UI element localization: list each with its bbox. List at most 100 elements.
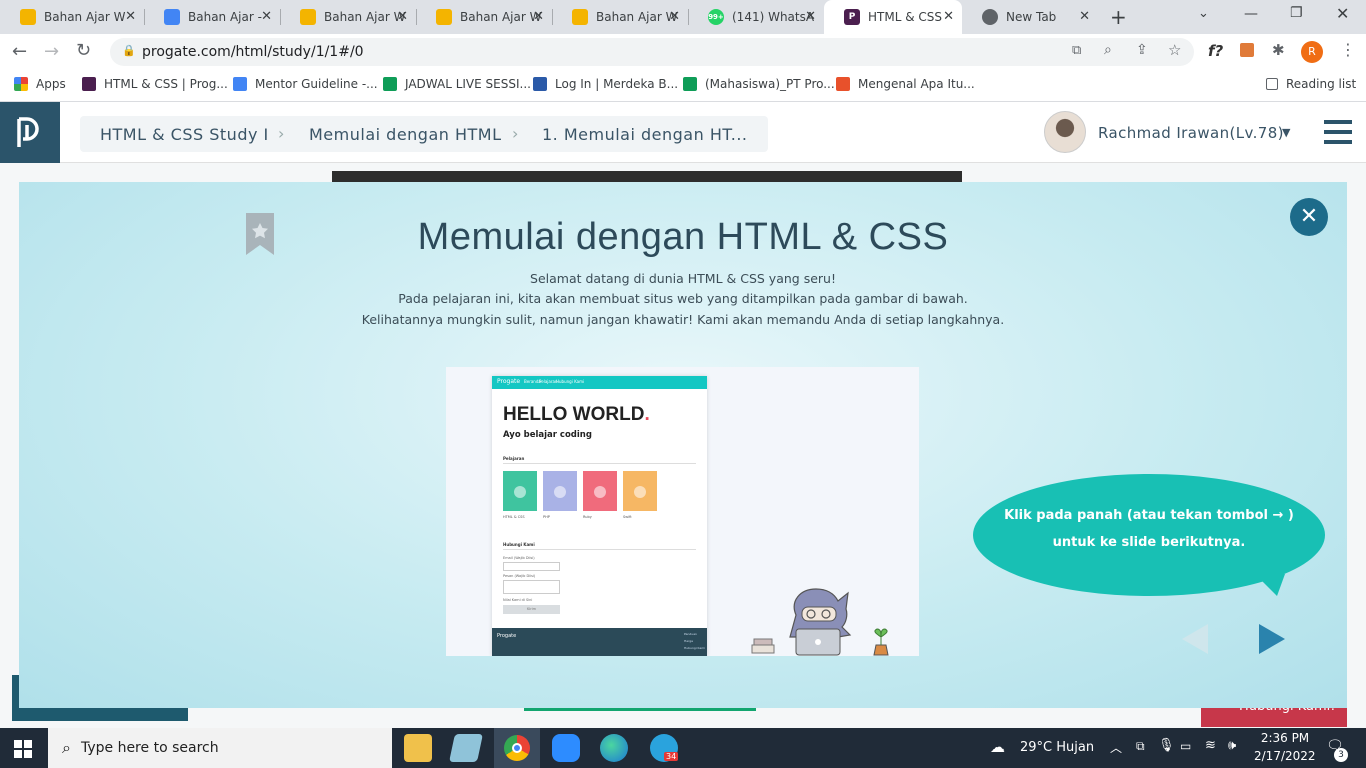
chevron-up-icon[interactable]: ︿: [1110, 739, 1122, 756]
zoom-icon[interactable]: [552, 734, 580, 762]
slides-icon: [436, 9, 452, 25]
tab-2[interactable]: Bahan Ajar - ✕: [144, 0, 280, 34]
weather-text[interactable]: 29°C Hujan: [1020, 740, 1094, 755]
tab-5[interactable]: Bahan Ajar W ✕: [552, 0, 688, 34]
maximize-button[interactable]: ❐: [1290, 5, 1303, 21]
avatar[interactable]: [1044, 111, 1086, 153]
chevron-right-icon: ›: [512, 124, 519, 143]
bookmark-item[interactable]: Mentor Guideline -...: [233, 77, 378, 91]
bookmark-item[interactable]: Log In | Merdeka B...: [533, 77, 678, 91]
bookmark-label: HTML & CSS | Prog...: [104, 77, 228, 91]
previous-slide-arrow-icon[interactable]: [1182, 624, 1208, 654]
minimize-button[interactable]: —: [1244, 6, 1258, 22]
wifi-icon[interactable]: ≋: [1205, 738, 1216, 753]
search-placeholder: Type here to search: [80, 740, 219, 756]
file-explorer-icon[interactable]: [404, 734, 432, 762]
meet-now-icon[interactable]: ⧉: [1136, 739, 1145, 754]
breadcrumb: HTML & CSS Study I › Memulai dengan HTML…: [80, 116, 768, 152]
tab-search-icon[interactable]: ⌄: [1198, 6, 1209, 21]
hamburger-menu-icon[interactable]: [1324, 120, 1352, 144]
bookmark-apps[interactable]: Apps: [14, 77, 66, 91]
close-icon[interactable]: ✕: [1079, 9, 1090, 24]
modal-text-line: Kelihatannya mungkin sulit, namun jangan…: [361, 312, 1005, 327]
reading-list-label: Reading list: [1286, 77, 1357, 91]
close-icon[interactable]: ✕: [261, 9, 272, 24]
tab-8[interactable]: New Tab ✕: [962, 0, 1098, 34]
preview-hero-text: HELLO WORLD: [503, 404, 645, 425]
bookmark-label: JADWAL LIVE SESSI...: [405, 77, 531, 91]
clock-date[interactable]: 2/17/2022: [1254, 749, 1316, 763]
bookmark-item[interactable]: Mengenal Apa Itu...: [836, 77, 975, 91]
profile-avatar[interactable]: R: [1301, 41, 1323, 63]
notification-count: 3: [1334, 748, 1348, 762]
breadcrumb-item[interactable]: Memulai dengan HTML: [309, 125, 502, 144]
user-name[interactable]: Rachmad Irawan(Lv.78): [1098, 124, 1284, 142]
hint-text-line: untuk ke slide berikutnya.: [1052, 535, 1246, 550]
telegram-badge: 34: [664, 752, 679, 761]
translate-icon[interactable]: ⧉: [1072, 43, 1081, 58]
battery-icon[interactable]: ▭: [1180, 739, 1191, 753]
close-icon[interactable]: ✕: [943, 9, 954, 24]
progate-favicon-icon: P: [844, 9, 860, 25]
preview-brand: Progate: [497, 378, 521, 385]
volume-icon[interactable]: 🕪: [1228, 738, 1236, 753]
edge-icon[interactable]: [600, 734, 628, 762]
windows-start-icon[interactable]: [14, 740, 32, 758]
weather-icon[interactable]: ☁: [990, 738, 1005, 756]
puzzle-icon[interactable]: ✱: [1272, 41, 1285, 59]
preview-footer-link: Harga: [684, 639, 694, 643]
hint-text-line: Klik pada panah (atau tekan tombol → ): [1004, 508, 1294, 523]
preview-lesson-label: PHP: [543, 515, 550, 519]
close-icon[interactable]: ✕: [805, 9, 816, 24]
reading-list-icon: [1266, 78, 1278, 90]
breadcrumb-item[interactable]: 1. Memulai dengan HT...: [542, 125, 748, 144]
close-icon[interactable]: ✕: [397, 9, 408, 24]
preview-submit: Kirim: [503, 605, 560, 614]
bookmark-item[interactable]: (Mahasiswa)_PT Pro...: [683, 77, 835, 91]
close-icon[interactable]: ✕: [533, 9, 544, 24]
reload-icon[interactable]: ↻: [76, 40, 91, 61]
preview-field-label: Email (Wajib Diisi): [503, 556, 535, 560]
chrome-taskbar-active[interactable]: [494, 728, 540, 768]
modal-text-line: Pada pelajaran ini, kita akan membuat si…: [398, 291, 968, 306]
preview-navbar: Progate Beranda Pelajaran Hubungi Kami: [492, 376, 707, 389]
new-tab-button[interactable]: +: [1110, 5, 1127, 29]
next-slide-arrow-icon[interactable]: [1259, 624, 1285, 654]
font-extension-icon[interactable]: f?: [1208, 42, 1223, 60]
close-icon[interactable]: ✕: [669, 9, 680, 24]
reading-list-button[interactable]: Reading list: [1266, 77, 1356, 91]
address-bar[interactable]: 🔒 progate.com/html/study/1/1#/0 ⧉ ⌕ ⇪ ☆: [110, 38, 1194, 66]
bookmark-star-icon[interactable]: ☆: [1168, 41, 1181, 59]
taskbar-search[interactable]: ⌕ Type here to search: [48, 728, 392, 768]
share-icon[interactable]: ⇪: [1136, 42, 1148, 58]
tab-active[interactable]: P HTML & CSS ✕: [824, 0, 962, 34]
caret-down-icon[interactable]: ▼: [1282, 126, 1290, 139]
menu-icon[interactable]: ⋮: [1340, 40, 1356, 59]
back-icon[interactable]: ←: [12, 41, 27, 62]
tab-1[interactable]: Bahan Ajar W ✕: [0, 0, 144, 34]
preview-hero-sub: Ayo belajar coding: [503, 430, 592, 440]
window-close-button[interactable]: ✕: [1336, 4, 1349, 23]
extension-icon[interactable]: [1240, 43, 1254, 57]
whatsapp-icon: 99+: [708, 9, 724, 25]
clock-time[interactable]: 2:36 PM: [1260, 731, 1310, 745]
forward-icon[interactable]: →: [44, 41, 59, 62]
progate-logo[interactable]: [0, 102, 60, 163]
preview-footer: Progate Panduan Harga Hubungi Kami: [492, 628, 707, 656]
bookmark-item[interactable]: HTML & CSS | Prog...: [82, 77, 228, 91]
merdeka-icon: [533, 77, 547, 91]
zoom-icon[interactable]: ⌕: [1104, 42, 1112, 58]
microphone-icon[interactable]: 🎙: [1158, 738, 1175, 753]
bookmark-item[interactable]: JADWAL LIVE SESSI...: [383, 77, 531, 91]
breadcrumb-item[interactable]: HTML & CSS Study I: [100, 125, 269, 144]
close-icon[interactable]: ✕: [125, 9, 136, 24]
browser-toolbar: ← → ↻ 🔒 progate.com/html/study/1/1#/0 ⧉ …: [0, 34, 1366, 70]
preview-page: Progate Beranda Pelajaran Hubungi Kami H…: [492, 376, 707, 656]
app-icon[interactable]: [449, 734, 483, 762]
preview-nav-item: Hubungi Kami: [556, 379, 585, 384]
tab-3[interactable]: Bahan Ajar W ✕: [280, 0, 416, 34]
apps-grid-icon: [14, 77, 28, 91]
tab-4[interactable]: Bahan Ajar W ✕: [416, 0, 552, 34]
lock-icon: 🔒: [122, 44, 136, 57]
tab-6[interactable]: 99+ (141) WhatsA ✕: [688, 0, 824, 34]
